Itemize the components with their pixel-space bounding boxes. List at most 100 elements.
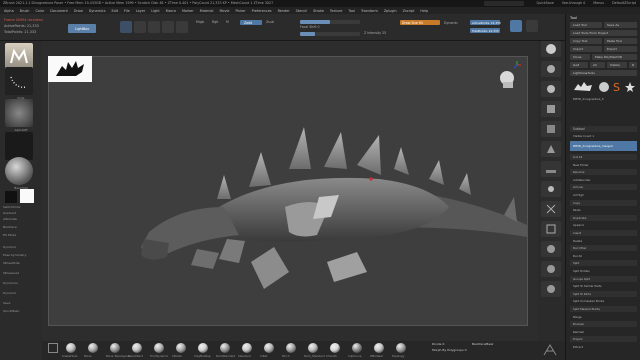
subtool-action-project[interactable]: Project [570,336,637,343]
brush-damstandard-icon[interactable] [220,343,230,353]
m-toggle[interactable]: M [226,20,229,24]
menu-item-document[interactable]: Document [50,9,68,13]
floor-icon[interactable] [541,161,561,177]
brush-dam-standard-icon[interactable] [308,343,318,353]
move-icon[interactable] [148,21,160,33]
frame-icon[interactable] [541,221,561,237]
subtool-action-paste[interactable]: Paste [570,207,637,213]
load-tools-from-project-button[interactable]: Load Tools From Project [570,30,637,36]
goz-r-button[interactable]: R [629,62,637,68]
menu-item-stroke[interactable]: Stroke [313,9,324,13]
dino-tool-thumbnail[interactable] [572,80,594,94]
dynamics-toggle[interactable]: Dynamic [0,291,42,295]
brush-selectrect-icon[interactable] [132,343,142,353]
subtool-action-append[interactable]: Append [570,222,637,228]
viewport-canvas[interactable] [48,56,528,326]
gradient-button[interactable]: Gradient [0,211,42,215]
orientation-head-icon[interactable] [496,68,518,90]
draw-icon[interactable] [134,21,146,33]
axis-gizmo-icon[interactable] [512,60,522,70]
lightbox-tools-button[interactable]: Lightbox▸Tools [570,70,637,76]
sphere-tool-thumbnail[interactable] [598,80,610,94]
import-button[interactable]: Import [570,46,602,52]
brush-pinch-icon[interactable] [286,343,296,353]
default-zscript-button[interactable]: DefaultZScript [612,1,636,5]
brush-claybuildup-icon[interactable] [198,343,208,353]
persp-icon[interactable] [541,141,561,157]
star-tool-thumbnail[interactable] [624,80,636,94]
menu-item-render[interactable]: Render [278,9,290,13]
menu-item-transform[interactable]: Transform [361,9,378,13]
alpha-icon[interactable] [5,99,33,127]
symmetry-icon[interactable] [526,20,538,32]
lightbox-button[interactable]: LightBox [68,24,96,33]
local-icon[interactable] [541,181,561,197]
menu-item-edit[interactable]: Edit [111,9,118,13]
subtool-action-list-all[interactable]: List All [570,154,637,160]
subtool-action-boolean[interactable]: Boolean [570,321,637,328]
edit-mode-icon[interactable] [120,21,132,33]
z-intensity-slider[interactable] [300,32,360,36]
aahalf-icon[interactable] [541,121,561,137]
scroll-icon[interactable] [541,61,561,77]
subtool-action-all-low[interactable]: All Low [570,184,637,191]
paste-tool-button[interactable]: Paste Tool [604,38,637,44]
subtool-action-del-all[interactable]: Del All [570,253,637,259]
menu-item-light[interactable]: Light [151,9,159,13]
menu-item-zplugin[interactable]: Zplugin [384,9,397,13]
subtool-action-duplicate[interactable]: Duplicate [570,214,637,221]
zsub-button[interactable]: Zsub [266,20,274,24]
brush-trimdynamic-icon[interactable] [154,343,164,353]
divide-label[interactable]: Divide 0 [432,342,444,346]
bpr-sphere-icon[interactable] [541,41,561,57]
zoom-icon[interactable] [541,81,561,97]
spose-load-button[interactable]: SPoseLoad [0,271,42,275]
xyz-icon[interactable] [541,201,561,217]
copy-tool-button[interactable]: Copy Tool [570,38,602,44]
menu-item-tool[interactable]: Tool [348,9,355,13]
backface-toggle[interactable]: Backface [0,225,42,229]
subtool-action-copy[interactable]: Copy [570,199,637,206]
actual-icon[interactable] [541,101,561,117]
export-button[interactable]: Export [604,46,637,52]
brush-snakehook-icon[interactable] [66,343,76,353]
subtool-action-new-folder[interactable]: New Folder [570,162,637,168]
quicksave-field[interactable] [484,1,524,6]
menu-item-stencil[interactable]: Stencil [296,9,307,13]
subtool-action-all-high[interactable]: All High [570,192,637,198]
texture-icon[interactable] [5,132,33,160]
subtool-action-split-unmasked-points[interactable]: Split Unmasked Points [570,298,637,304]
subtool-action-insert[interactable]: Insert [570,230,637,236]
frame-toggle-icon[interactable] [48,343,58,353]
focal-shift-slider[interactable] [300,20,360,24]
subtool-action-extract[interactable]: Extract [570,344,637,350]
menus-button[interactable]: Menus [593,1,604,5]
brush-standard-icon[interactable] [242,343,252,353]
menu-item-brush[interactable]: Brush [20,9,30,13]
menu-item-help[interactable]: Help [420,9,428,13]
brush-inflat-icon[interactable] [264,343,274,353]
menu-item-draw[interactable]: Draw [74,9,83,13]
subtool-action-split-masked-points[interactable]: Split Masked Points [570,306,637,312]
menu-item-macro[interactable]: Macro [166,9,176,13]
subtool-action-split-hidden[interactable]: Split Hidden [570,268,637,274]
menu-item-texture[interactable]: Texture [330,9,342,13]
spose-write-button[interactable]: SPoseWrite [0,261,42,265]
make-polymesh-button[interactable]: Make PolyMesh3D [592,54,637,60]
brush-zmodeler-icon[interactable] [374,343,384,353]
zoom3d-icon[interactable] [541,261,561,277]
subtool-action-remesh[interactable]: Remesh [570,329,637,335]
quickmesh-button[interactable]: QuickMesh [0,309,42,313]
brush-move-icon[interactable] [88,343,98,353]
navigator-thumbnail[interactable] [48,56,92,82]
menu-item-zscript[interactable]: Zscript [403,9,415,13]
save-button[interactable]: Save [0,301,42,305]
s-tool-thumbnail[interactable]: S [612,80,622,94]
rgb-toggle[interactable]: Rgb [212,20,218,24]
mrgb-toggle[interactable]: Mrgb [196,20,204,24]
goz-visible-button[interactable]: Visible [607,62,627,68]
secondary-color-swatch[interactable] [5,191,17,203]
menu-item-marker[interactable]: Marker [182,9,194,13]
move-view-icon[interactable] [541,241,561,257]
menu-item-dynamics[interactable]: Dynamics [89,9,106,13]
